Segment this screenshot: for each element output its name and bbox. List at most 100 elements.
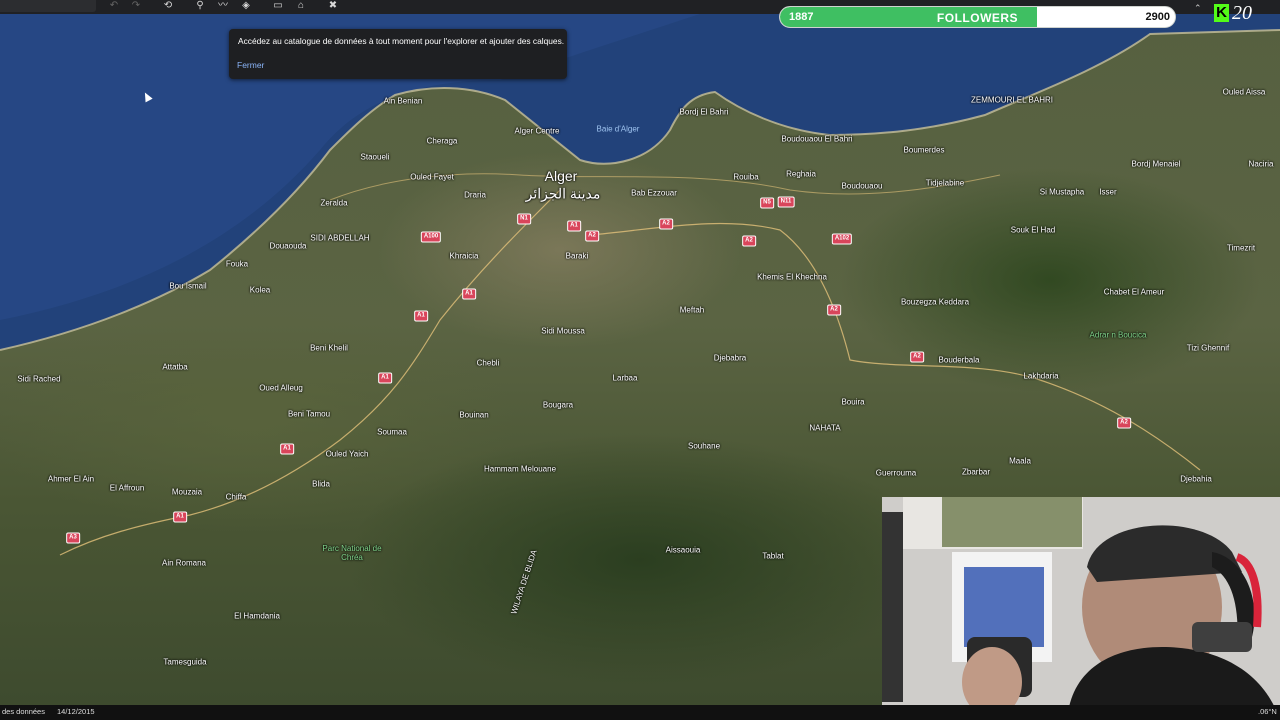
place-label: Souk El Had <box>1010 225 1056 235</box>
tools-icon[interactable]: ✖ <box>326 0 340 12</box>
road-shield: N1 <box>517 213 531 225</box>
place-label: Kolea <box>249 285 271 295</box>
place-label: Beni Khelil <box>310 343 348 353</box>
road-shield: A2 <box>827 304 841 316</box>
place-label: Naciria <box>1248 159 1274 169</box>
place-label: Soumaa <box>377 427 407 437</box>
place-label: Attatba <box>162 362 188 372</box>
place-label: Chiffa <box>225 492 247 502</box>
place-label: Bougara <box>542 400 574 410</box>
road-shield: A1 <box>567 220 581 232</box>
place-label: Ouled Yaich <box>325 449 369 459</box>
road-shield: N11 <box>777 196 795 208</box>
place-label: Khraicia <box>449 251 479 261</box>
place-label: Tamesguida <box>163 657 207 667</box>
place-label: Larbaa <box>612 373 638 383</box>
place-label: Draria <box>464 190 486 200</box>
place-label: El Hamdania <box>234 611 280 621</box>
road-shield: A1 <box>280 443 294 455</box>
search-box[interactable] <box>0 0 96 12</box>
place-label: Alger Centre <box>514 126 560 136</box>
place-label: Rouiba <box>733 172 759 182</box>
place-label: Si Mustapha <box>1039 187 1085 197</box>
place-label: Mouzaia <box>171 487 203 497</box>
place-label: Khemis El Khechna <box>757 272 827 282</box>
webcam-overlay <box>882 497 1280 720</box>
place-label: Baraki <box>565 251 589 261</box>
place-label: Meftah <box>679 305 705 315</box>
place-label: NAHATA <box>809 423 841 433</box>
image-icon[interactable]: ⌂ <box>294 0 308 12</box>
path-icon[interactable]: 〰 <box>216 0 230 12</box>
place-label: Boumerdes <box>903 145 945 155</box>
place-label: Bab Ezzouar <box>631 188 677 198</box>
place-label: SIDI ABDELLAH <box>310 233 370 243</box>
place-label: Zbarbar <box>961 467 991 477</box>
road-shield: A2 <box>1117 417 1131 429</box>
place-label: Zeralda <box>320 198 348 208</box>
pin-icon[interactable]: ⚲ <box>193 0 207 12</box>
place-label: Tidjelabine <box>925 178 965 188</box>
kick-badge: K 20 <box>1211 2 1271 24</box>
road-shield: A2 <box>910 351 924 363</box>
close-tooltip-button[interactable]: Fermer <box>237 60 264 70</box>
road-shield: A100 <box>420 231 442 243</box>
road-shield: A2 <box>742 235 756 247</box>
place-label: ZEMMOURI EL BAHRI <box>971 95 1053 105</box>
place-label: El Affroun <box>109 483 145 493</box>
place-label: Sidi Rached <box>17 374 61 384</box>
city-label-arabic: مدينة الجزائر <box>525 185 601 202</box>
place-label: Oued Alleug <box>259 383 303 393</box>
chevron-up-icon: ⌃ <box>1194 3 1202 13</box>
park-label: Adrar n Boucica <box>1089 330 1147 340</box>
map-status-bar: des données 14/12/2015 .06°N <box>0 705 1280 720</box>
place-label: Blida <box>312 479 330 489</box>
place-label: Tizi Ghennif <box>1186 343 1230 353</box>
city-label: Alger <box>544 168 578 184</box>
imagery-date: 14/12/2015 <box>57 707 95 716</box>
place-label: Bouinan <box>459 410 489 420</box>
place-label: Isser <box>1099 187 1117 197</box>
road-shield: A3 <box>66 532 80 544</box>
undo-icon[interactable]: ↶ <box>107 0 121 12</box>
history-icon[interactable]: ⟲ <box>161 0 175 12</box>
place-label: Timezrit <box>1226 243 1256 253</box>
followers-label: FOLLOWERS <box>936 11 1019 25</box>
road-shield: A1 <box>462 288 476 300</box>
place-label: Djebahia <box>1180 474 1212 484</box>
place-label: Aissaouia <box>665 545 701 555</box>
data-source-label: des données <box>2 707 45 716</box>
place-label: Ouled Fayet <box>410 172 454 182</box>
place-label: Reghaia <box>786 169 816 179</box>
park-label: Parc National de Chréa <box>322 544 382 562</box>
coordinates-readout: .06°N <box>1258 707 1277 716</box>
road-shield: A102 <box>831 233 853 245</box>
place-label: Fouka <box>225 259 249 269</box>
redo-icon[interactable]: ↷ <box>129 0 143 12</box>
road-shield: A2 <box>585 230 599 242</box>
place-label: Chebli <box>476 358 500 368</box>
place-label: Ahmer El Ain <box>47 474 95 484</box>
place-label: Bouderbala <box>938 355 980 365</box>
place-label: Cheraga <box>426 136 458 146</box>
followers-goal: 2900 <box>1145 11 1170 23</box>
place-label: Beni Tamou <box>287 409 331 419</box>
place-label: Hammam Melouane <box>483 464 557 474</box>
road-shield: A2 <box>659 218 673 230</box>
road-shield: N5 <box>760 197 774 209</box>
place-label: Djebabra <box>713 353 747 363</box>
place-label: Chabet El Ameur <box>1103 287 1165 297</box>
place-label: Tablat <box>762 551 784 561</box>
ruler-icon[interactable]: ▭ <box>271 0 285 12</box>
kick-logo-icon: K <box>1214 4 1229 22</box>
place-label: Bouira <box>841 397 865 407</box>
tooltip-text: Accédez au catalogue de données à tout m… <box>238 36 565 46</box>
layers-icon[interactable]: ◈ <box>239 0 253 12</box>
place-label: Boudouaou <box>841 181 883 191</box>
place-label: Sidi Moussa <box>541 326 585 336</box>
road-shield: A1 <box>378 372 392 384</box>
place-label: Baie d'Alger <box>596 124 640 134</box>
road-a2 <box>589 222 1201 471</box>
place-label: Bou Ismail <box>169 281 207 291</box>
place-label: Lakhdaria <box>1023 371 1059 381</box>
